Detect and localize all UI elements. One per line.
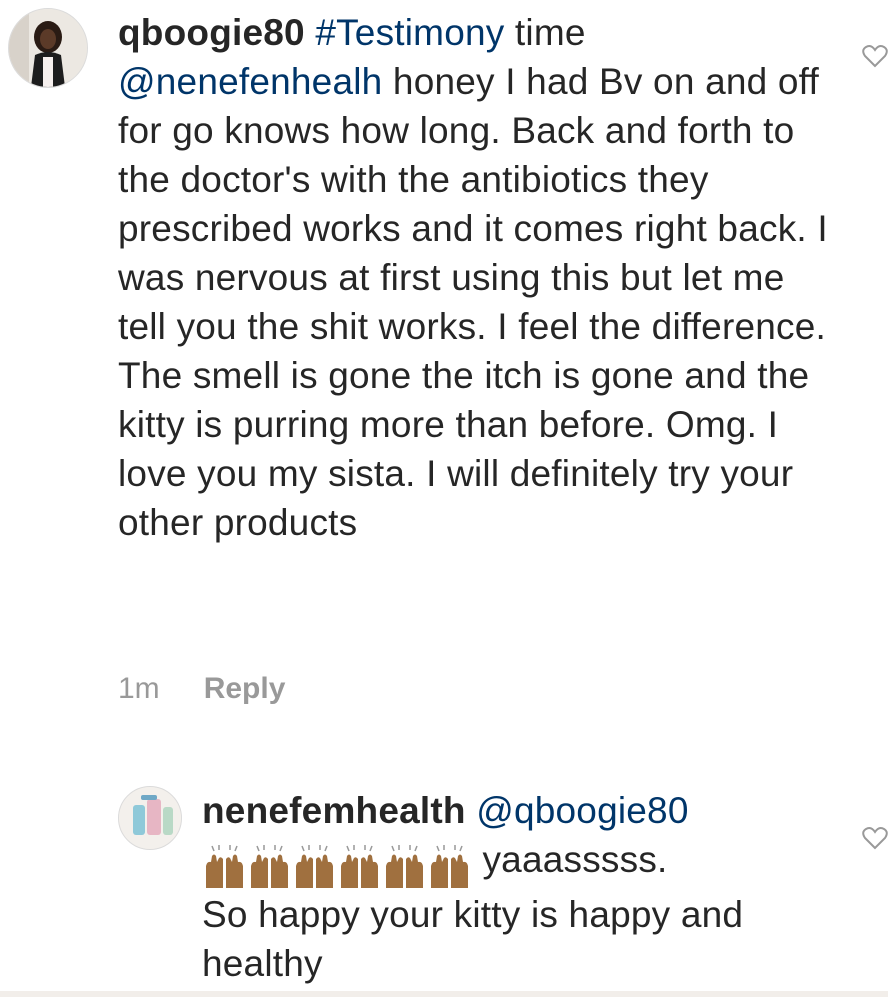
raising-hands-icon [296, 845, 333, 888]
reply-text: nenefemhealth @qboogie80 yaaasssss. So ha… [202, 786, 842, 988]
comment-text: qboogie80 #Testimony time @nenefenhealh h… [118, 8, 838, 547]
comment-qboogie80: qboogie80 #Testimony time @nenefenhealh h… [0, 0, 888, 720]
reply-button[interactable]: Reply [204, 672, 286, 705]
comment-username[interactable]: qboogie80 [118, 12, 305, 53]
comment-username[interactable]: nenefemhealth [202, 790, 466, 831]
raising-hands-icon [251, 845, 288, 888]
comment-nenefemhealth: nenefemhealth @qboogie80 yaaasssss. So ha… [0, 760, 888, 990]
avatar[interactable] [118, 786, 182, 850]
comment-meta: 1m Reply [118, 672, 285, 706]
comment-text-segment: time [504, 12, 586, 53]
mention-link[interactable]: @qboogie80 [476, 790, 688, 831]
mention-link[interactable]: @nenefenhealh [118, 61, 382, 102]
reply-body: So happy your kitty is happy and healthy [202, 894, 754, 984]
divider [0, 991, 888, 997]
avatar-image [9, 9, 87, 87]
comment-timestamp: 1m [118, 672, 160, 705]
raising-hands-icon [386, 845, 423, 888]
comment-body: honey I had Bv on and off for go knows h… [118, 61, 839, 543]
like-heart-icon[interactable] [862, 826, 888, 850]
raising-hands-emoji-row [202, 841, 472, 890]
raising-hands-icon [431, 845, 468, 888]
raising-hands-icon [341, 845, 378, 888]
hashtag-link[interactable]: #Testimony [315, 12, 504, 53]
avatar-image [119, 787, 181, 849]
raising-hands-icon [206, 845, 243, 888]
avatar[interactable] [8, 8, 88, 88]
like-heart-icon[interactable] [862, 44, 888, 68]
reply-text-segment: yaaasssss. [472, 839, 668, 880]
